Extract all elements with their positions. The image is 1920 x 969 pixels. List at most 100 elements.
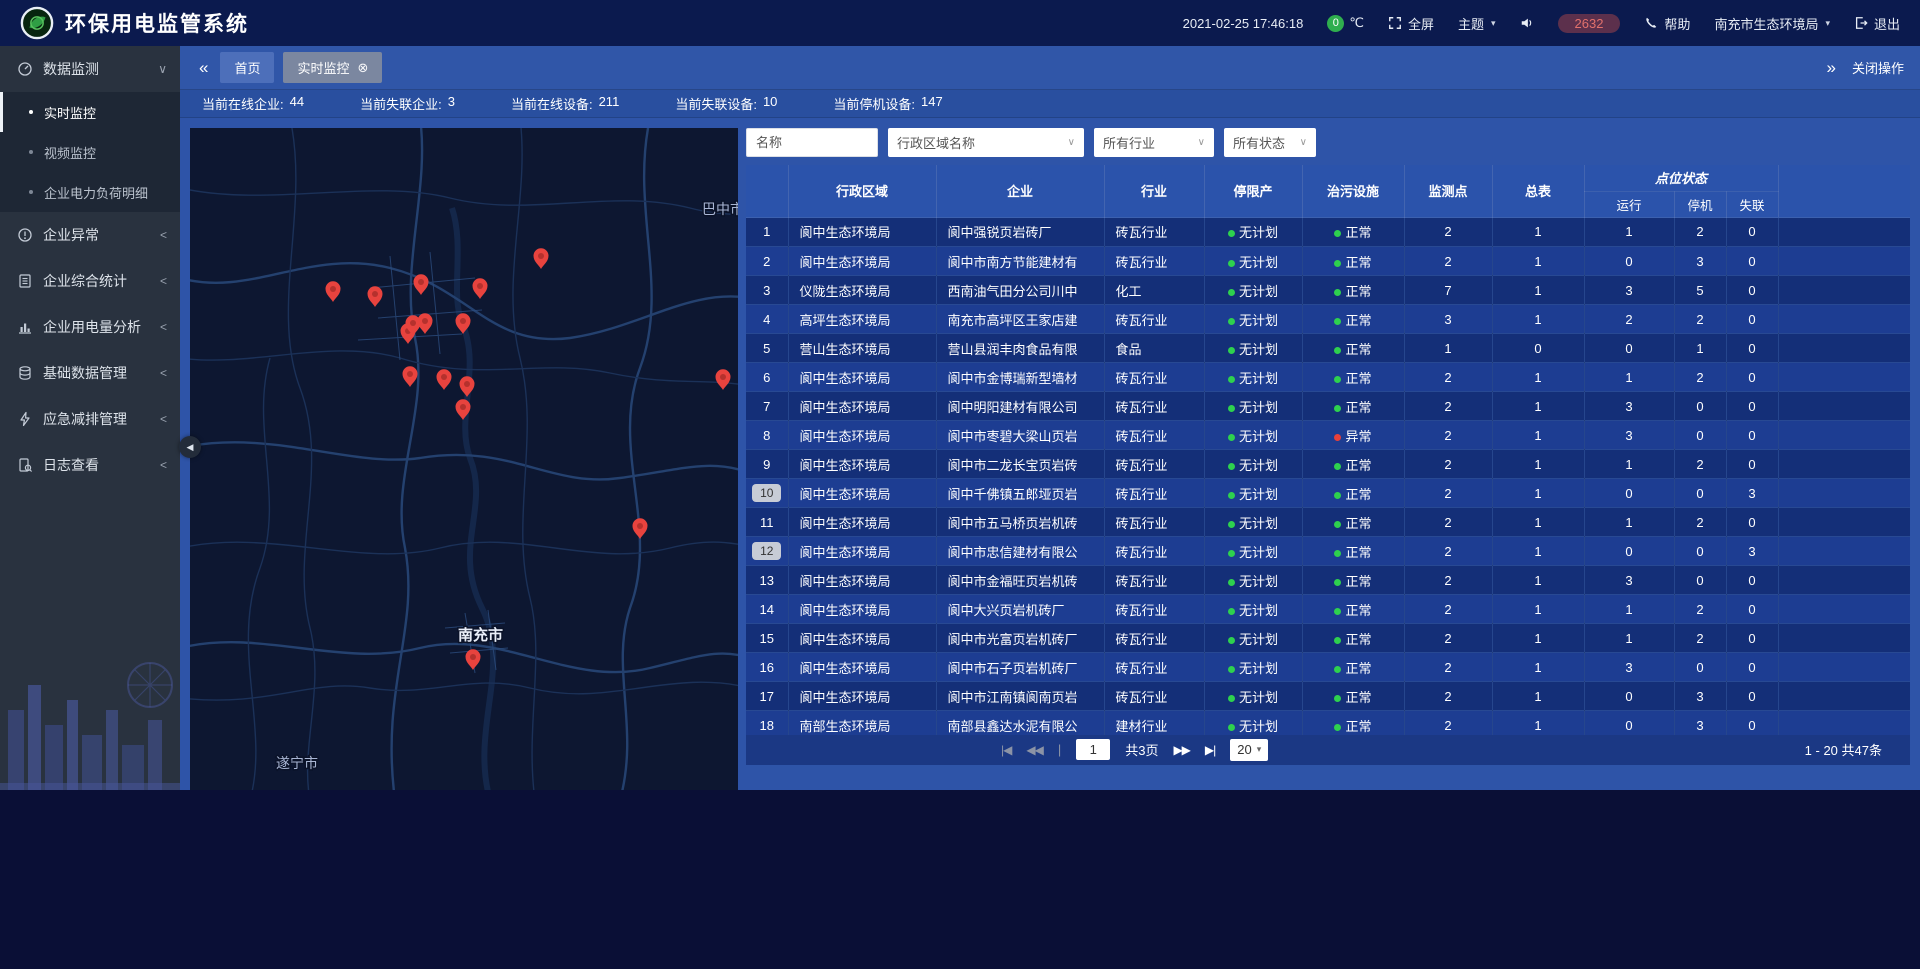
table-row[interactable]: 5营山生态环境局营山县润丰肉食品有限食品无计划正常10010 bbox=[746, 334, 1910, 363]
tabs-scroll-left-icon[interactable]: « bbox=[196, 59, 211, 76]
skyline-decoration bbox=[0, 615, 180, 790]
table-row[interactable]: 17阆中生态环境局阆中市江南镇阆南页岩砖瓦行业无计划正常21030 bbox=[746, 682, 1910, 711]
col-stopped: 停机 bbox=[1674, 191, 1726, 217]
city-label: 南充市 bbox=[458, 626, 503, 644]
prev-page-button[interactable]: ◀◀ bbox=[1026, 743, 1042, 757]
cell-stopped: 0 bbox=[1674, 392, 1726, 421]
cell-industry: 砖瓦行业 bbox=[1104, 566, 1204, 595]
cell-lost: 0 bbox=[1726, 363, 1778, 392]
cell-running: 0 bbox=[1584, 479, 1674, 508]
sidebar-section-5[interactable]: 应急减排管理< bbox=[0, 396, 180, 442]
status-filter-select[interactable]: 所有状态 ∨ bbox=[1224, 128, 1316, 157]
stat-value: 211 bbox=[599, 94, 620, 113]
table-row[interactable]: 12阆中生态环境局阆中市忠信建材有限公砖瓦行业无计划正常21003 bbox=[746, 537, 1910, 566]
sidebar-section-6[interactable]: 日志查看< bbox=[0, 442, 180, 488]
table-row[interactable]: 8阆中生态环境局阆中市枣碧大梁山页岩砖瓦行业无计划异常21300 bbox=[746, 421, 1910, 450]
logout-button[interactable]: 退出 bbox=[1854, 14, 1900, 33]
next-page-button[interactable]: ▶▶ bbox=[1173, 743, 1189, 757]
sidebar-subitem[interactable]: 企业电力负荷明细 bbox=[0, 172, 180, 212]
org-dropdown[interactable]: 南充市生态环境局 ▾ bbox=[1714, 14, 1830, 33]
cell-index: 4 bbox=[746, 305, 788, 334]
page-size-select[interactable]: 20 ▾ bbox=[1230, 739, 1268, 761]
table-row[interactable]: 10阆中生态环境局阆中千佛镇五郎垭页岩砖瓦行业无计划正常21003 bbox=[746, 479, 1910, 508]
industry-filter-select[interactable]: 所有行业 ∨ bbox=[1094, 128, 1214, 157]
temperature-unit: ℃ bbox=[1349, 15, 1364, 31]
region-filter-select[interactable]: 行政区域名称 ∨ bbox=[888, 128, 1084, 157]
cell-lost: 0 bbox=[1726, 566, 1778, 595]
theme-dropdown[interactable]: 主题 ▾ bbox=[1458, 14, 1496, 33]
cell-region: 阆中生态环境局 bbox=[788, 537, 936, 566]
filter-bar: 行政区域名称 ∨ 所有行业 ∨ 所有状态 ∨ bbox=[746, 128, 1910, 157]
page-number-input[interactable] bbox=[1076, 739, 1110, 760]
cell-company: 南充市高坪区王家店建 bbox=[936, 305, 1104, 334]
cell-running: 3 bbox=[1584, 653, 1674, 682]
table-header: 行政区域 企业 行业 停限产 治污设施 监测点 总表 点位状态 bbox=[746, 165, 1910, 218]
tab-realtime-monitor[interactable]: 实时监控 ⊗ bbox=[283, 52, 382, 83]
status-dot bbox=[1228, 405, 1235, 412]
cell-running: 1 bbox=[1584, 218, 1674, 247]
last-page-button[interactable]: ▶| bbox=[1205, 743, 1215, 757]
sidebar-section-2[interactable]: 企业综合统计< bbox=[0, 258, 180, 304]
cell-industry: 食品 bbox=[1104, 334, 1204, 363]
cell-total-meter: 1 bbox=[1492, 392, 1584, 421]
gauge-icon bbox=[17, 61, 33, 77]
close-operations-button[interactable]: 关闭操作 bbox=[1852, 58, 1904, 77]
fullscreen-button[interactable]: 全屏 bbox=[1388, 14, 1434, 33]
sidebar-section-3[interactable]: 企业用电量分析< bbox=[0, 304, 180, 350]
table-body-viewport[interactable]: 1阆中生态环境局阆中强锐页岩砖厂砖瓦行业无计划正常211202阆中生态环境局阆中… bbox=[746, 218, 1910, 735]
col-lost: 失联 bbox=[1726, 191, 1778, 217]
cell-company: 营山县润丰肉食品有限 bbox=[936, 334, 1104, 363]
help-button[interactable]: 帮助 bbox=[1644, 14, 1690, 33]
cell-running: 0 bbox=[1584, 247, 1674, 276]
sidebar-section-0[interactable]: 数据监测∨ bbox=[0, 46, 180, 92]
table-row[interactable]: 6阆中生态环境局阆中市金博瑞新型墙材砖瓦行业无计划正常21120 bbox=[746, 363, 1910, 392]
map-canvas[interactable]: 巴中市南充市遂宁市 bbox=[190, 128, 738, 790]
map-panel[interactable]: 巴中市南充市遂宁市 ◀ bbox=[190, 128, 738, 790]
table-row[interactable]: 13阆中生态环境局阆中市金福旺页岩机砖砖瓦行业无计划正常21300 bbox=[746, 566, 1910, 595]
table-row[interactable]: 14阆中生态环境局阆中大兴页岩机砖厂砖瓦行业无计划正常21120 bbox=[746, 595, 1910, 624]
cell-total-meter: 1 bbox=[1492, 247, 1584, 276]
cell-lost: 3 bbox=[1726, 537, 1778, 566]
table-row[interactable]: 2阆中生态环境局阆中市南方节能建材有砖瓦行业无计划正常21030 bbox=[746, 247, 1910, 276]
cell-filler bbox=[1778, 479, 1910, 508]
cell-treatment-status: 正常 bbox=[1302, 711, 1404, 735]
table-row[interactable]: 18南部生态环境局南部县鑫达水泥有限公建材行业无计划正常21030 bbox=[746, 711, 1910, 735]
app-title: 环保用电监管系统 bbox=[65, 8, 249, 38]
table-row[interactable]: 9阆中生态环境局阆中市二龙长宝页岩砖砖瓦行业无计划正常21120 bbox=[746, 450, 1910, 479]
table-row[interactable]: 11阆中生态环境局阆中市五马桥页岩机砖砖瓦行业无计划正常21120 bbox=[746, 508, 1910, 537]
table-row[interactable]: 1阆中生态环境局阆中强锐页岩砖厂砖瓦行业无计划正常21120 bbox=[746, 218, 1910, 247]
cell-treatment-status: 异常 bbox=[1302, 421, 1404, 450]
name-filter-input[interactable] bbox=[746, 128, 878, 157]
sidebar-subitem[interactable]: 视频监控 bbox=[0, 132, 180, 172]
stat-value: 44 bbox=[290, 94, 304, 113]
cell-region: 阆中生态环境局 bbox=[788, 682, 936, 711]
first-page-button[interactable]: |◀ bbox=[1001, 743, 1011, 757]
sidebar-section-4[interactable]: 基础数据管理< bbox=[0, 350, 180, 396]
city-label: 巴中市 bbox=[702, 201, 738, 217]
table-row[interactable]: 4高坪生态环境局南充市高坪区王家店建砖瓦行业无计划正常31220 bbox=[746, 305, 1910, 334]
cell-industry: 砖瓦行业 bbox=[1104, 450, 1204, 479]
stat-label: 当前停机设备: bbox=[833, 94, 915, 113]
tabs-scroll-right-icon[interactable]: » bbox=[1824, 59, 1839, 76]
total-pages-label: 共3页 bbox=[1125, 740, 1158, 759]
status-dot bbox=[1228, 637, 1235, 644]
cell-lost: 0 bbox=[1726, 218, 1778, 247]
cell-lost: 0 bbox=[1726, 595, 1778, 624]
cell-index: 10 bbox=[746, 479, 788, 508]
header-right: 2021-02-25 17:46:18 0 ℃ 全屏 主题 ▾ bbox=[1183, 14, 1900, 33]
map-collapse-button[interactable]: ◀ bbox=[179, 436, 201, 458]
sidebar-subitem[interactable]: 实时监控 bbox=[0, 92, 180, 132]
table-row[interactable]: 3仪陇生态环境局西南油气田分公司川中化工无计划正常71350 bbox=[746, 276, 1910, 305]
close-tab-icon[interactable]: ⊗ bbox=[358, 60, 369, 76]
table-row[interactable]: 15阆中生态环境局阆中市光富页岩机砖厂砖瓦行业无计划正常21120 bbox=[746, 624, 1910, 653]
table-row[interactable]: 16阆中生态环境局阆中市石子页岩机砖厂砖瓦行业无计划正常21300 bbox=[746, 653, 1910, 682]
tab-home[interactable]: 首页 bbox=[220, 52, 274, 83]
notice-count-badge[interactable]: 2632 bbox=[1558, 14, 1621, 33]
cell-industry: 砖瓦行业 bbox=[1104, 363, 1204, 392]
status-dot bbox=[1228, 550, 1235, 557]
sidebar-section-1[interactable]: 企业异常< bbox=[0, 212, 180, 258]
table-row[interactable]: 7阆中生态环境局阆中明阳建材有限公司砖瓦行业无计划正常21300 bbox=[746, 392, 1910, 421]
sound-button[interactable] bbox=[1520, 16, 1534, 30]
cell-stop-status: 无计划 bbox=[1204, 653, 1302, 682]
cell-index: 1 bbox=[746, 218, 788, 247]
